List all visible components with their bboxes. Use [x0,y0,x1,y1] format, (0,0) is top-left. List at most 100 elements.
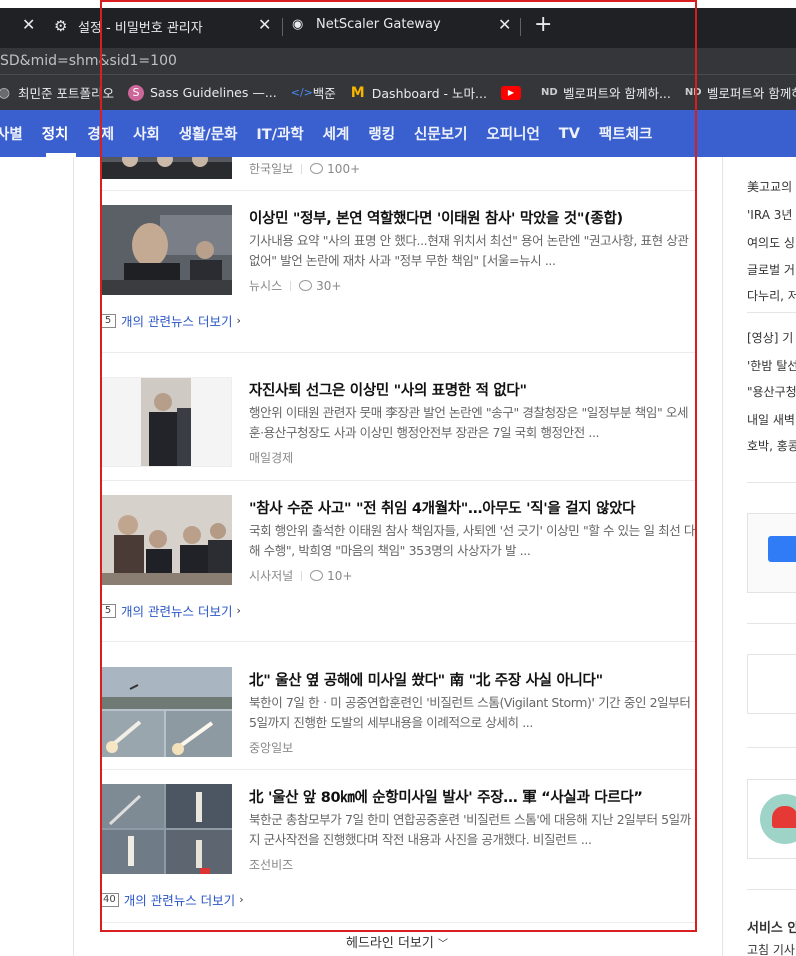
gear-icon: ⚙ [54,17,68,35]
article-summary[interactable]: 북한이 7일 한ㆍ미 공중연합훈련인 '비질런트 스톰(Vigilant Sto… [249,693,695,733]
nav-item-world[interactable]: 세계 [323,123,350,144]
comment-number: 10+ [327,568,353,583]
article-thumbnail[interactable] [100,157,232,179]
bookmark-velopert-1[interactable]: ND 벨로퍼트와 함께하... [541,83,671,102]
chevron-down-icon: ﹀ [438,939,448,950]
close-tab-icon[interactable]: ✕ [258,15,271,34]
nav-item-life-culture[interactable]: 생활/문화 [179,123,238,144]
side-news-item[interactable]: 내일 새벽 [747,411,795,428]
divider [100,190,696,191]
close-tab-icon[interactable]: ✕ [22,15,35,34]
divider [747,312,796,313]
nav-item-it-science[interactable]: IT/과학 [256,123,303,144]
nav-item-economy[interactable]: 경제 [87,123,114,144]
related-news-link[interactable]: 40 개의 관련뉴스 더보기 › [100,890,244,909]
promo-card[interactable] [747,779,796,859]
article-summary[interactable]: 북한군 총참모부가 7일 한미 연합공중훈련 '비질런트 스톰'에 대응해 지난… [249,810,695,850]
tab-separator [282,18,283,36]
comment-count[interactable]: 30+ [299,279,341,293]
side-news-item[interactable]: [영상] 기 [747,329,793,346]
side-news-item[interactable]: 다누리, 저 [747,287,796,304]
article-meta: 매일경제 [249,449,293,466]
meta-separator [301,570,303,581]
nav-item-opinion[interactable]: 오피니언 [486,123,539,144]
article-source[interactable]: 뉴시스 [249,277,282,294]
chevron-right-icon: › [236,314,241,327]
nav-item-tv[interactable]: TV [559,126,580,142]
side-news-item[interactable]: 美고교의 [747,178,792,195]
article-summary[interactable]: 기사내용 요약 "사의 표명 안 했다...현재 위치서 최선" 용어 논란엔 … [249,231,695,271]
bookmark-youtube[interactable]: ▶ [500,85,527,100]
article-headline[interactable]: "참사 수준 사고" "전 취임 4개월차"…아무도 '직'을 걸지 않았다 [249,497,635,518]
tab-netscaler[interactable]: ◉ NetScaler Gateway ✕ [284,8,520,44]
bookmark-label: 백준 [312,86,336,101]
service-guide-sub[interactable]: 고침 기사 [747,941,795,956]
nav-item-politics[interactable]: 정치 [42,123,69,144]
side-news-item[interactable]: "용산구청 [747,383,796,400]
article-summary[interactable]: 국회 행안위 출석한 이태원 참사 책임자들, 사퇴엔 '선 긋기' 이상민 "… [249,521,695,561]
velog-icon: ND [540,86,558,98]
nav-item-factcheck[interactable]: 팩트체크 [599,123,652,144]
tab-partial[interactable]: ✕ [0,8,46,44]
article-thumbnail[interactable] [100,377,232,467]
comment-count[interactable]: 10+ [310,568,353,583]
article-thumbnail[interactable] [100,784,232,874]
bookmark-velopert-2[interactable]: ND 벨로퍼트와 함께하 [685,83,796,102]
article-meta: 시사저널 10+ [249,567,353,584]
close-tab-icon[interactable]: ✕ [498,15,511,34]
divider [747,747,796,748]
article-headline[interactable]: 北 '울산 앞 80㎞에 순항미사일 발사' 주장… 軍 “사실과 다르다” [249,786,643,807]
article-thumbnail[interactable] [100,205,232,295]
article-headline[interactable]: 이상민 "정부, 본연 역할했다면 '이태원 참사' 막았을 것"(종합) [249,207,623,228]
nav-item-newspaper[interactable]: 신문보기 [414,123,467,144]
nav-item-region[interactable]: 사별 [0,123,23,144]
article-source[interactable]: 매일경제 [249,449,293,466]
related-news-link[interactable]: 5 개의 관련뉴스 더보기 › [100,311,241,330]
side-news-item[interactable]: '한밤 탈선 [747,357,796,374]
promo-card[interactable] [747,654,796,714]
headline-feed: 한국일보 100+ 이상민 "정부, 본연 역할했다면 '이태원 참사' 막았을… [100,157,696,929]
article-thumbnail[interactable] [100,495,232,585]
article-headline[interactable]: 北" 울산 옆 공해에 미사일 쐈다" 南 "北 주장 사실 아니다" [249,669,603,690]
address-bar[interactable]: SD&mid=shm&sid1=100 [0,48,796,74]
article-source[interactable]: 시사저널 [249,567,293,584]
new-tab-button[interactable]: + [534,12,552,37]
article-source[interactable]: 조선비즈 [249,856,293,873]
side-news-item[interactable]: 'IRA 3년 유 [747,206,796,223]
meta-separator [290,280,292,291]
chevron-right-icon: › [239,893,244,906]
side-news-item[interactable]: 호박, 홍콩 [747,437,796,454]
article-meta: 중앙일보 [249,739,293,756]
meta-separator [301,163,303,174]
tabstrip-top-edge [0,0,796,8]
bookmark-sass[interactable]: S Sass Guidelines —... [127,84,277,101]
article-meta: 조선비즈 [249,856,293,873]
bookmark-dashboard[interactable]: M Dashboard - 노마... [350,83,487,102]
related-count-badge: 40 [100,892,119,907]
address-text: SD&mid=shm&sid1=100 [0,53,177,69]
sass-icon: S [127,84,144,101]
nav-item-society[interactable]: 사회 [133,123,160,144]
side-news-item[interactable]: 여의도 싱 [747,234,795,251]
tab-settings-passwords[interactable]: ⚙ 설정 - 비밀번호 관리자 ✕ [46,8,282,44]
nav-item-ranking[interactable]: 랭킹 [368,123,395,144]
comment-count[interactable]: 100+ [310,162,360,176]
bookmark-portfolio[interactable]: ◍ 최민준 포트폴리오 [0,83,114,102]
section-nav: 사별 정치 경제 사회 생활/문화 IT/과학 세계 랭킹 신문보기 오피니언 … [0,110,796,157]
tab-title: NetScaler Gateway [316,17,441,32]
article-source[interactable]: 중앙일보 [249,739,293,756]
article-summary[interactable]: 행안위 이태원 관련자 뭇매 李장관 발언 논란엔 "송구" 경찰청장은 "일정… [249,403,695,443]
divider [100,641,696,642]
more-headlines-button[interactable]: 헤드라인 더보기 ﹀ [346,932,448,951]
related-news-link[interactable]: 5 개의 관련뉴스 더보기 › [100,601,241,620]
article-source[interactable]: 한국일보 [249,160,293,177]
tab-title: 설정 - 비밀번호 관리자 [78,21,203,36]
article-thumbnail[interactable] [100,667,232,757]
bookmark-baekjoon[interactable]: </> 백준 [291,83,336,102]
comment-number: 100+ [327,161,361,176]
side-news-item[interactable]: 글로벌 거 [747,261,795,278]
promo-card[interactable] [747,513,796,593]
column-divider [722,157,723,956]
article-headline[interactable]: 자진사퇴 선그은 이상민 "사의 표명한 적 없다" [249,379,527,400]
bookmark-label: 벨로퍼트와 함께하 [706,86,796,101]
